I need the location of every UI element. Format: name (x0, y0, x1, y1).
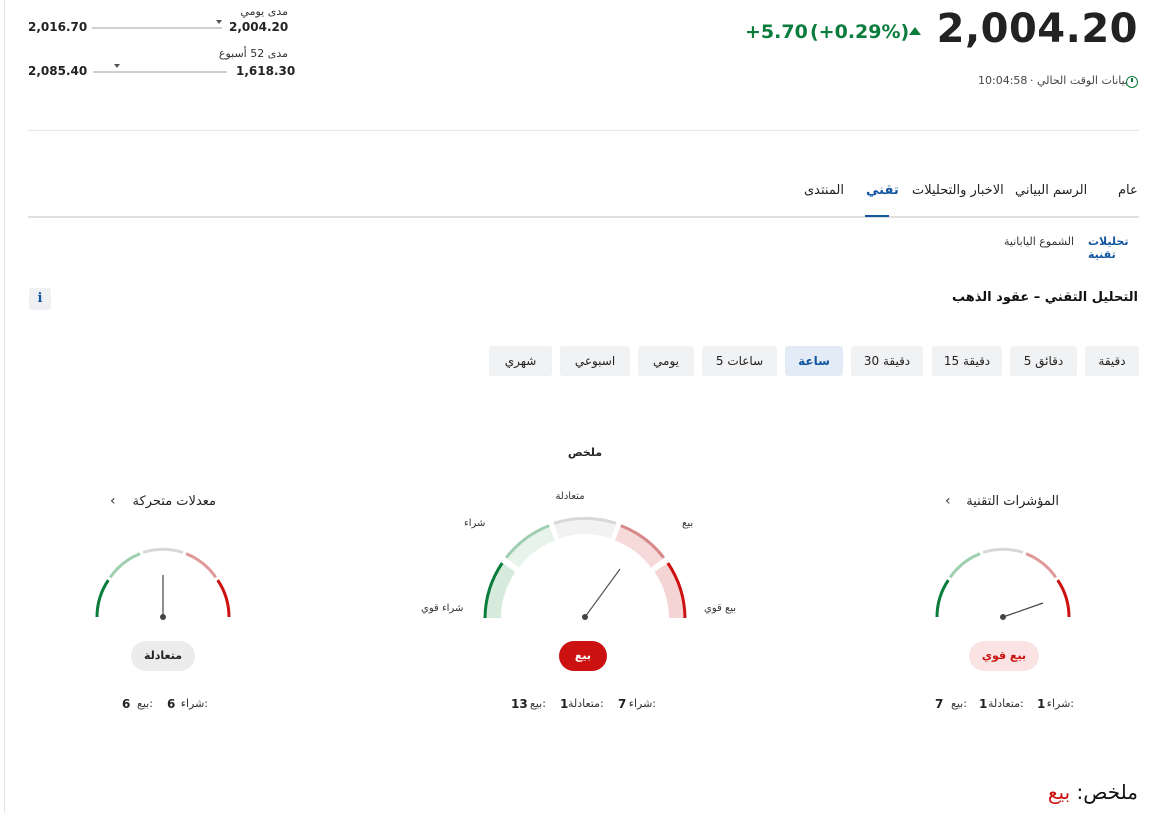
period-30min[interactable]: 30 دقيقة (851, 346, 923, 376)
active-tab-underline (865, 215, 889, 217)
summary-arc-neutral (553, 518, 617, 539)
tab-forum[interactable]: المنتدى (804, 183, 844, 198)
daily-range-label: مدى يومي (240, 5, 288, 18)
ti-buy-count: 1 (1037, 697, 1046, 711)
quote-time: 10:04:58 (978, 74, 1028, 87)
ti-sell-label: بيع: (951, 697, 967, 710)
change-value: +5.70 (745, 21, 808, 43)
period-weekly[interactable]: اسبوعي (560, 346, 630, 376)
clock-icon (1126, 76, 1138, 88)
moving-averages-signal: متعادلة (131, 641, 195, 671)
summary-signal: بيع (559, 641, 607, 671)
technical-indicators-header[interactable]: ‹ المؤشرات التقنية (945, 493, 1061, 513)
summary-arc-buy (506, 525, 556, 568)
technical-indicators-counts: شراء: 1 متعادلة: 1 بيع: 7 (934, 697, 1074, 713)
ti-neutral-count: 1 (979, 697, 988, 711)
change-pct: (+0.29%) (810, 21, 910, 43)
summary-line: ملخص: بيع (1048, 780, 1138, 804)
technical-indicators-gauge (935, 547, 1071, 620)
ti-arc-buy (948, 552, 981, 579)
summary-label-strong-sell: بيع قوي (704, 603, 737, 614)
tab-technical[interactable]: تقني (866, 183, 899, 198)
chevron-left-icon: ‹ (110, 493, 116, 509)
subtab-candlesticks[interactable]: الشموع اليابانية (1004, 235, 1074, 248)
moving-averages-header[interactable]: ‹ معدلات متحركة (110, 493, 230, 513)
subtab-technical-analysis[interactable]: تحليلات تقنية (1088, 235, 1157, 261)
period-5min[interactable]: 5 دقائق (1010, 346, 1077, 376)
tab-news[interactable]: الاخبار والتحليلات (912, 183, 1004, 198)
technical-indicators-signal: بيع قوي (969, 641, 1039, 671)
realtime-label: بيانات الوقت الحالي · (1029, 74, 1128, 87)
divider-top (28, 130, 1139, 131)
tab-chart[interactable]: الرسم البياني (1015, 183, 1087, 198)
left-border (4, 0, 5, 813)
ti-needle (1002, 602, 1044, 618)
up-arrow-icon (909, 27, 921, 35)
moving-averages-gauge (95, 547, 231, 620)
ma-buy-label: شراء: (180, 697, 208, 710)
ma-sell-label: بيع: (137, 697, 153, 710)
ti-buy-label: شراء: (1046, 697, 1074, 710)
summary-counts: شراء: 7 متعادلة: 1 بيع: 13 (510, 697, 656, 713)
summary-gauge (483, 516, 687, 620)
summary-arc-sell (614, 525, 664, 568)
week52-range-high: 2,085.40 (28, 64, 88, 78)
price: 2,004.20 (936, 6, 1138, 52)
summary-buy-label: شراء: (628, 697, 656, 710)
summary-needle (584, 568, 621, 618)
daily-range-marker (216, 20, 222, 24)
ti-arc-neutral (982, 547, 1024, 554)
ma-arc-neutral (142, 547, 184, 554)
ti-arc-strong-buy (935, 579, 950, 618)
ma-sell-count: 6 (122, 697, 131, 711)
summary-neutral-label: متعادلة: (568, 697, 604, 710)
summary-buy-count: 7 (618, 697, 627, 711)
daily-range-low: 2,004.20 (229, 20, 289, 34)
week52-range-label: مدى 52 أسبوع (218, 47, 288, 60)
summary-label-strong-buy: شراء قوي (421, 603, 464, 614)
week52-range-low: 1,618.30 (236, 64, 296, 78)
period-monthly[interactable]: شهري (489, 346, 552, 376)
period-15min[interactable]: 15 دقيقة (932, 346, 1002, 376)
period-1hour[interactable]: ساعة (785, 346, 843, 376)
summary-label-neutral: متعادلة (555, 491, 585, 502)
moving-averages-counts: شراء: 6 بيع: 6 (110, 697, 208, 713)
summary-needle-pivot (582, 614, 588, 620)
info-icon[interactable]: i (29, 288, 51, 310)
moving-averages-title: معدلات متحركة (132, 494, 216, 509)
ma-buy-count: 6 (167, 697, 176, 711)
summary-line-label: ملخص: (1076, 780, 1138, 804)
summary-sell-label: بيع: (530, 697, 546, 710)
week52-range-track (93, 71, 227, 73)
ti-arc-sell (1025, 552, 1058, 579)
ma-arc-sell (185, 552, 218, 579)
ti-neutral-label: متعادلة: (988, 697, 1024, 710)
period-daily[interactable]: يومي (638, 346, 694, 376)
summary-gauge-title: ملخص (567, 446, 603, 459)
summary-neutral-count: 1 (560, 697, 569, 711)
daily-range-high: 2,016.70 (28, 20, 88, 34)
summary-sell-count: 13 (511, 697, 528, 711)
ma-arc-buy (108, 552, 141, 579)
tab-general[interactable]: عام (1118, 183, 1138, 198)
ti-sell-count: 7 (935, 697, 944, 711)
technical-indicators-title: المؤشرات التقنية (966, 494, 1059, 509)
realtime-info: 10:04:58 بيانات الوقت الحالي · (978, 74, 1128, 90)
ma-arc-strong-sell (216, 579, 231, 618)
period-5hours[interactable]: 5 ساعات (702, 346, 777, 376)
ti-arc-strong-sell (1056, 579, 1071, 618)
period-1min[interactable]: دقيقة (1085, 346, 1139, 376)
week52-range-marker (114, 64, 120, 68)
section-title: التحليل التقني – عقود الذهب (952, 290, 1138, 305)
chevron-left-icon: ‹ (945, 493, 951, 509)
summary-line-value: بيع (1047, 780, 1071, 804)
ma-arc-strong-buy (95, 579, 110, 618)
tabs-baseline (28, 216, 1139, 218)
ti-needle-pivot (1000, 614, 1006, 620)
ma-needle-pivot (160, 614, 166, 620)
daily-range-track (92, 27, 222, 29)
